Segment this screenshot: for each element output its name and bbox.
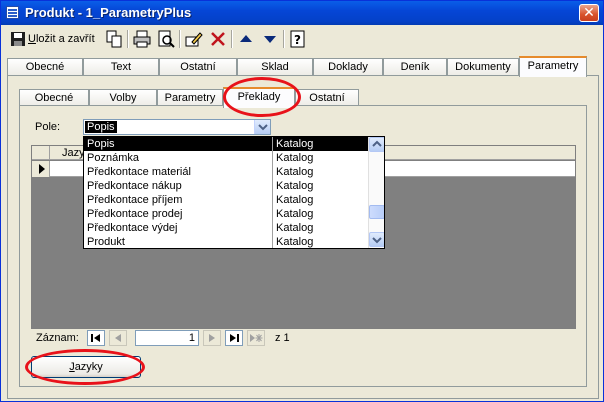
new-record-button[interactable] [247,330,265,346]
select-all-corner[interactable] [32,146,50,160]
window-title: Produkt - 1_ParametryPlus [25,5,192,20]
previous-record-icon [115,334,121,342]
tab-obecne[interactable]: Obecné [7,58,83,76]
chevron-down-icon [258,124,268,131]
edit-button[interactable] [183,28,205,50]
list-item[interactable]: Předkontace výdej Katalog [84,221,369,235]
pole-value[interactable]: Popis [85,121,117,133]
list-item[interactable]: Předkontace prodej Katalog [84,207,369,221]
languages-button[interactable]: Jazyky [31,356,141,378]
pole-label: Pole: [35,121,61,133]
last-record-icon [230,334,239,342]
new-record-icon [250,334,263,342]
pole-combobox[interactable]: Popis [83,119,271,135]
list-item[interactable]: Produkt Katalog [84,235,369,248]
form-icon [6,6,19,19]
first-record-icon [91,334,100,342]
delete-button[interactable] [207,28,229,50]
tab-ostatni[interactable]: Ostatní [159,58,237,76]
outer-tabs: Obecné Text Ostatní Sklad Doklady Deník … [7,56,599,77]
chevron-up-icon [372,140,382,147]
tab-text[interactable]: Text [83,58,159,76]
svg-text:?: ? [294,33,301,47]
tab-sklad[interactable]: Sklad [237,58,313,76]
scroll-thumb[interactable] [369,205,384,219]
subtab-preklady[interactable]: Překlady [223,87,295,108]
next-record-button[interactable] [203,330,221,346]
record-selector-arrow-icon[interactable] [32,161,50,177]
combo-dropdown-button[interactable] [254,120,270,134]
move-down-button[interactable] [259,28,281,50]
dropdown-scrollbar[interactable] [368,137,384,248]
close-button[interactable]: ✕ [579,4,599,22]
list-item[interactable]: Předkontace příjem Katalog [84,193,369,207]
copy-button[interactable] [103,28,125,50]
list-item[interactable]: Poznámka Katalog [84,151,369,165]
list-item[interactable]: Předkontace materiál Katalog [84,165,369,179]
scroll-down-button[interactable] [369,232,384,247]
record-count: z 1 [275,332,290,344]
record-number-input[interactable]: 1 [135,330,199,346]
delete-icon [211,32,225,46]
print-icon [133,30,151,48]
first-record-button[interactable] [87,330,105,346]
tab-dokumenty[interactable]: Dokumenty [447,58,519,76]
print-preview-icon [158,30,175,48]
arrow-up-icon [240,35,252,42]
help-icon: ? [290,30,305,48]
arrow-down-icon [264,36,276,43]
previous-record-button[interactable] [109,330,127,346]
print-button[interactable] [131,28,153,50]
tab-denik[interactable]: Deník [383,58,447,76]
pole-dropdown-list[interactable]: Popis Katalog Poznámka Katalog Předkontace… [83,136,385,249]
inner-tabs: Obecné Volby Parametry Překlady Ostatní [19,87,585,108]
toolbar: Uložit a zavřít ? [3,27,603,51]
help-button[interactable]: ? [287,28,309,50]
list-item[interactable]: Popis Katalog [84,137,369,151]
save-icon [11,32,25,46]
last-record-button[interactable] [225,330,243,346]
pencil-edit-icon [185,32,203,47]
save-and-close-button[interactable]: Uložit a zavřít [7,28,99,50]
print-preview-button[interactable] [155,28,177,50]
move-up-button[interactable] [235,28,257,50]
product-window: Produkt - 1_ParametryPlus ✕ Uložit a zav… [0,0,604,402]
copy-icon [106,30,122,48]
record-navigator: Záznam: 1 z 1 [31,330,576,346]
tab-parametry[interactable]: Parametry [519,56,587,77]
title-bar[interactable]: Produkt - 1_ParametryPlus ✕ [1,1,603,25]
tab-doklady[interactable]: Doklady [313,58,383,76]
next-record-icon [209,334,215,342]
record-label: Záznam: [36,332,79,344]
list-item[interactable]: Předkontace nákup Katalog [84,179,369,193]
chevron-down-icon [372,237,382,244]
scroll-up-button[interactable] [369,137,384,152]
